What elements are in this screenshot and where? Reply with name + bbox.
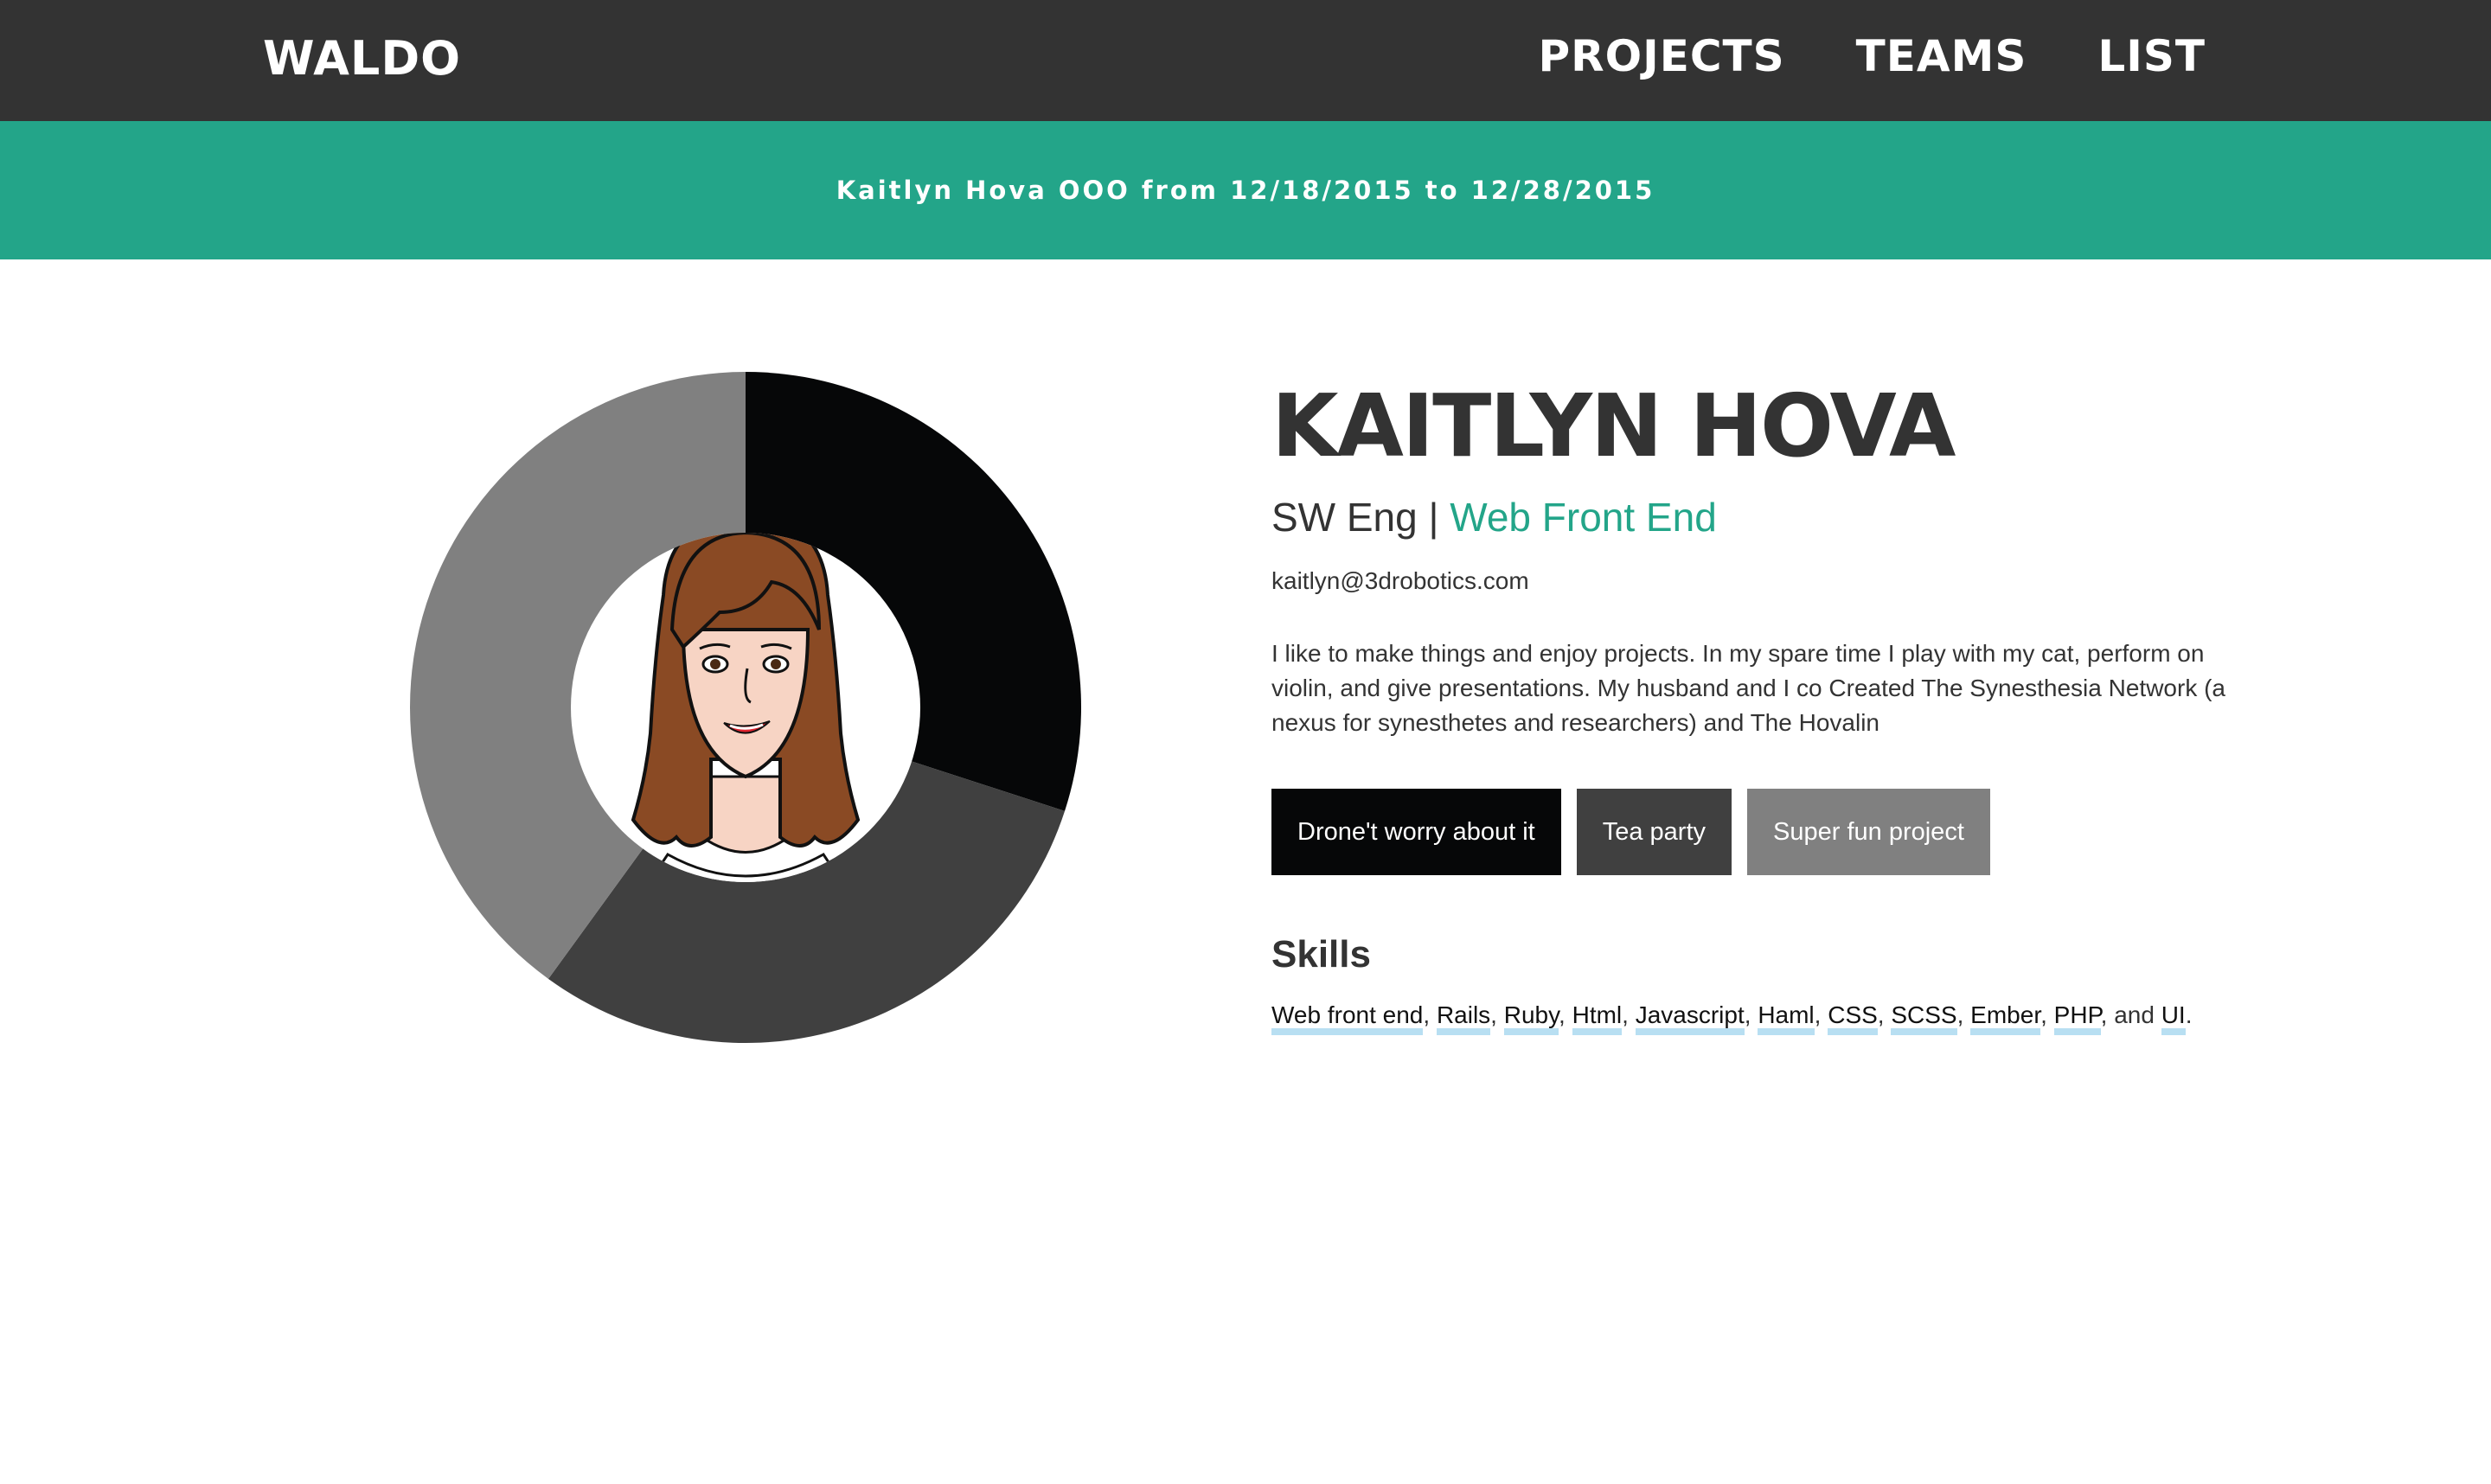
profile-panel: KAITLYN HOVA SW Eng | Web Front End kait… [1271,370,2249,1035]
skill-link[interactable]: Ruby [1503,1001,1559,1035]
project-buttons: Drone't worry about it Tea party Super f… [1271,789,2249,875]
person-role: SW Eng | Web Front End [1271,491,2249,543]
role-separator: | [1417,495,1450,540]
nav-links: PROJECTS TEAMS LIST [1538,31,2206,81]
job-title: SW Eng [1271,495,1418,540]
team-link[interactable]: Web Front End [1450,495,1717,540]
top-navbar: WALDO PROJECTS TEAMS LIST [0,0,2491,121]
skills-list: Web front end, Rails, Ruby, Html, Javasc… [1271,998,2249,1035]
skill-link[interactable]: Javascript [1635,1001,1745,1035]
project-allocation-donut [408,370,1083,1045]
skill-link[interactable]: Web front end [1271,1001,1424,1035]
skills-and: and [2114,1001,2155,1028]
skill-link[interactable]: Haml [1758,1001,1815,1035]
skill-link[interactable]: PHP [2053,1001,2101,1035]
ooo-banner-text: Kaitlyn Hova OOO from 12/18/2015 to 12/2… [836,176,1655,205]
skills-heading: Skills [1271,933,1371,975]
skill-link[interactable]: Ember [1970,1001,2041,1035]
project-button-tea-party[interactable]: Tea party [1576,789,1732,875]
skill-link[interactable]: UI [2161,1001,2186,1035]
ooo-banner: Kaitlyn Hova OOO from 12/18/2015 to 12/2… [0,121,2491,259]
brand-logo[interactable]: WALDO [263,31,461,86]
project-button-super-fun[interactable]: Super fun project [1747,789,1990,875]
skill-link[interactable]: Rails [1436,1001,1491,1035]
email-address: kaitlyn@3drobotics.com [1271,567,1529,594]
skill-link[interactable]: Html [1572,1001,1623,1035]
skill-link[interactable]: CSS [1828,1001,1878,1035]
bio-text: I like to make things and enjoy projects… [1271,640,2225,736]
nav-link-list[interactable]: LIST [2097,31,2206,81]
skill-link[interactable]: SCSS [1891,1001,1957,1035]
nav-link-projects[interactable]: PROJECTS [1538,31,1784,81]
project-button-drone[interactable]: Drone't worry about it [1271,789,1561,875]
nav-link-teams[interactable]: TEAMS [1856,31,2027,81]
person-name: KAITLYN HOVA [1271,375,1956,477]
